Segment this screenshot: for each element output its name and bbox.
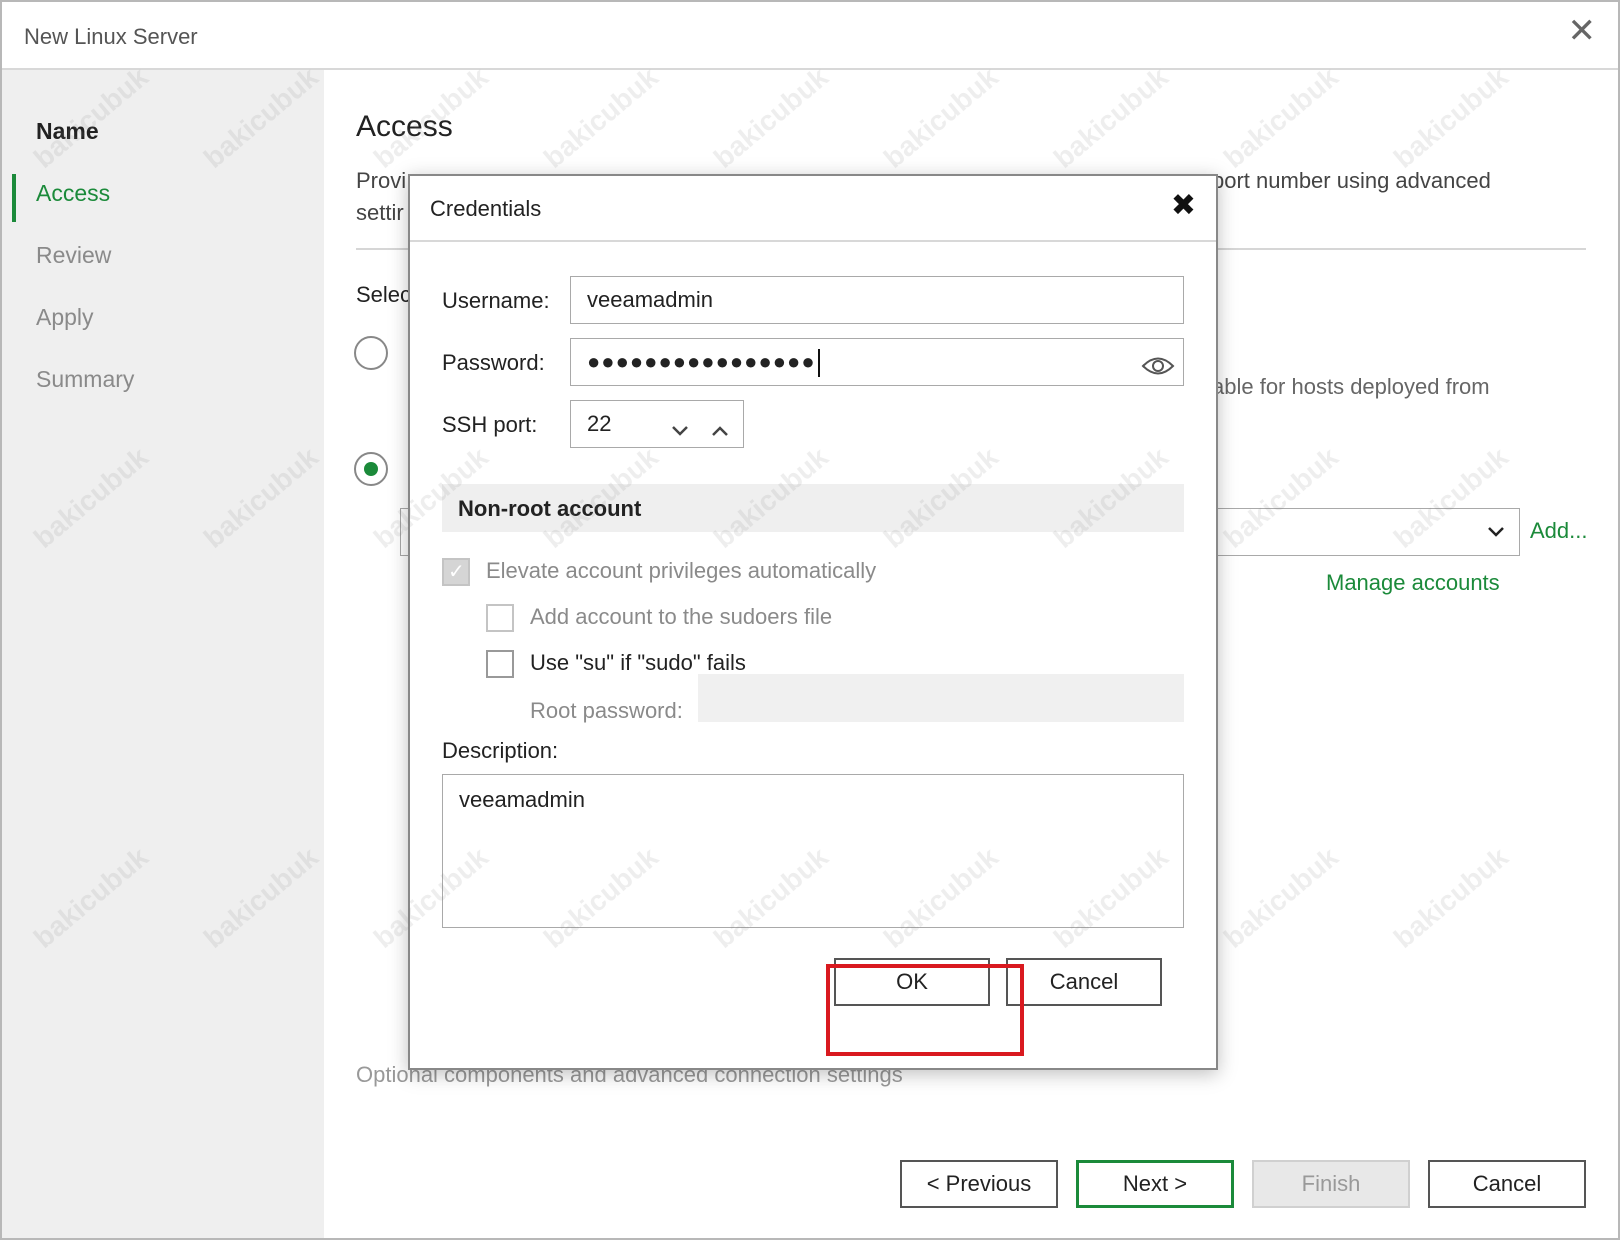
ssh-port-value: 22 xyxy=(587,411,612,436)
step-summary[interactable]: Summary xyxy=(36,366,134,393)
window-close-icon[interactable]: ✕ xyxy=(1568,14,1597,48)
description-start: Provi xyxy=(356,168,407,193)
add-account-link[interactable]: Add... xyxy=(1530,518,1587,544)
radio-option-1-text: able for hosts deployed from xyxy=(1212,374,1490,399)
text-caret xyxy=(817,349,820,378)
window-title: New Linux Server xyxy=(24,24,198,49)
section-title: Non-root account xyxy=(458,496,642,521)
radio-selected-dot xyxy=(364,462,378,476)
description-textarea[interactable]: veeamadmin xyxy=(442,774,1184,928)
step-name[interactable]: Name xyxy=(36,118,99,145)
dialog-cancel-button[interactable]: Cancel xyxy=(1006,958,1162,1006)
radio-option-1[interactable] xyxy=(354,336,388,370)
select-label: Selec xyxy=(356,282,412,307)
manage-accounts-link[interactable]: Manage accounts xyxy=(1326,570,1500,596)
active-step-indicator xyxy=(12,174,16,222)
ssh-port-stepper[interactable]: 22 xyxy=(570,400,744,448)
password-field[interactable]: ●●●●●●●●●●●●●●●● xyxy=(570,338,1184,386)
ok-highlight-box xyxy=(826,964,1024,1056)
cancel-button[interactable]: Cancel xyxy=(1428,1160,1586,1208)
eye-icon[interactable] xyxy=(1141,349,1175,395)
description-line2: settir xyxy=(356,200,404,225)
su-checkbox[interactable] xyxy=(486,650,514,678)
previous-button[interactable]: < Previous xyxy=(900,1160,1058,1208)
sudoers-checkbox[interactable] xyxy=(486,604,514,632)
non-root-section-header: Non-root account xyxy=(442,484,1184,532)
step-apply[interactable]: Apply xyxy=(36,304,94,331)
dialog-close-icon[interactable]: ✖ xyxy=(1171,188,1196,223)
new-linux-server-window: New Linux Server ✕ Name Access Review Ap… xyxy=(0,0,1620,1240)
wizard-steps-sidebar: Name Access Review Apply Summary xyxy=(2,70,324,1238)
check-icon: ✓ xyxy=(448,561,465,583)
password-label: Password: xyxy=(442,350,545,375)
elevate-checkbox[interactable]: ✓ xyxy=(442,558,470,586)
title-bar: New Linux Server ✕ xyxy=(2,2,1618,70)
description-label: Description: xyxy=(442,738,559,763)
password-mask: ●●●●●●●●●●●●●●●● xyxy=(587,349,816,374)
chevron-down-icon xyxy=(1487,519,1505,545)
step-review[interactable]: Review xyxy=(36,242,111,269)
radio-option-2[interactable] xyxy=(354,452,388,486)
chevron-up-icon[interactable] xyxy=(711,409,729,455)
ssh-port-label: SSH port: xyxy=(442,412,538,437)
description-end: port number using advanced xyxy=(1212,168,1491,193)
dialog-header: Credentials ✖ xyxy=(410,176,1216,242)
username-label: Username: xyxy=(442,288,550,313)
finish-button: Finish xyxy=(1252,1160,1410,1208)
sudoers-label: Add account to the sudoers file xyxy=(530,604,833,629)
su-label: Use "su" if "sudo" fails xyxy=(530,650,746,675)
dialog-title: Credentials xyxy=(430,196,542,221)
page-title: Access xyxy=(356,110,453,143)
chevron-down-icon[interactable] xyxy=(671,409,689,455)
elevate-label: Elevate account privileges automatically xyxy=(486,558,877,583)
step-access[interactable]: Access xyxy=(36,180,110,207)
root-password-field xyxy=(698,674,1184,722)
username-field[interactable]: veeamadmin xyxy=(570,276,1184,324)
next-button[interactable]: Next > xyxy=(1076,1160,1234,1208)
root-password-label: Root password: xyxy=(530,698,683,723)
credentials-dialog: Credentials ✖ Username: veeamadmin Passw… xyxy=(408,174,1218,1070)
